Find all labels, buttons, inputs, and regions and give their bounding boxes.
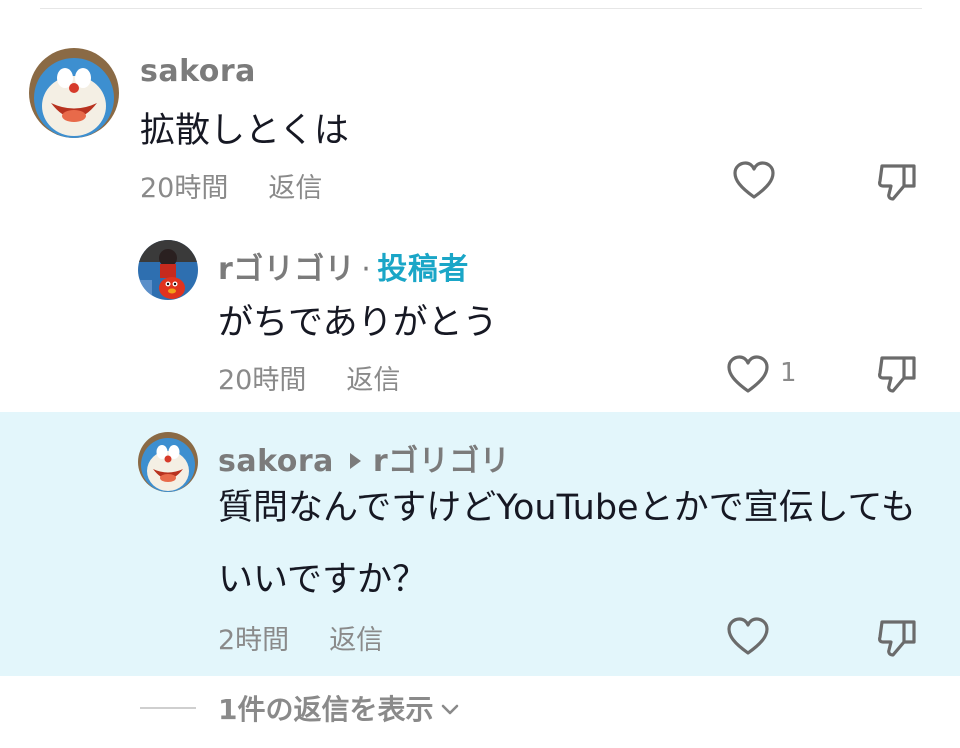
comment-username[interactable]: rゴリゴリ · 投稿者 bbox=[218, 244, 469, 288]
comment-meta: 20時間 返信 bbox=[140, 166, 322, 205]
heart-icon bbox=[733, 161, 775, 199]
comment-item: sakora 拡散しとくは 20時間 返信 bbox=[0, 30, 960, 230]
like-button[interactable] bbox=[726, 616, 770, 656]
reply-button[interactable]: 返信 bbox=[346, 365, 400, 396]
comment-text: がちでありがとう bbox=[218, 303, 498, 343]
comment-username[interactable]: sakora bbox=[140, 54, 256, 89]
comment-text: 質問なんですけどYouTubeとかで宣伝してもいいですか？ bbox=[218, 488, 916, 600]
comment-meta: 2時間 返信 bbox=[218, 618, 383, 657]
comment-time: 20時間 bbox=[218, 365, 307, 396]
comment-item-highlighted: sakora rゴリゴリ 質問なんですけどYouTubeとかで宣伝してもいいですか… bbox=[0, 412, 960, 676]
heart-icon bbox=[727, 617, 769, 655]
author-badge: 投稿者 bbox=[377, 252, 469, 287]
top-divider bbox=[40, 8, 922, 9]
reply-button[interactable]: 返信 bbox=[329, 625, 383, 656]
view-replies-button[interactable]: 1件の返信を表示 bbox=[140, 688, 459, 728]
chevron-down-icon bbox=[442, 704, 459, 715]
like-count: 1 bbox=[780, 358, 797, 388]
comment-text: 拡散しとくは bbox=[140, 111, 349, 151]
dislike-button[interactable] bbox=[876, 162, 920, 202]
thumbs-down-icon bbox=[878, 620, 916, 657]
separator: · bbox=[361, 252, 372, 287]
dislike-button[interactable] bbox=[876, 618, 920, 658]
comment-item: rゴリゴリ · 投稿者 がちでありがとう 20時間 返信 1 bbox=[0, 230, 960, 410]
heart-icon bbox=[727, 355, 769, 393]
view-replies-divider bbox=[140, 707, 196, 709]
comment-time: 20時間 bbox=[140, 173, 229, 204]
comment-meta: 20時間 返信 bbox=[218, 358, 400, 397]
dislike-button[interactable] bbox=[876, 354, 920, 394]
view-replies-label: 1件の返信を表示 bbox=[218, 693, 434, 726]
comment-time: 2時間 bbox=[218, 625, 290, 656]
like-button[interactable] bbox=[732, 160, 776, 200]
avatar[interactable] bbox=[29, 48, 119, 138]
avatar[interactable] bbox=[138, 240, 198, 300]
avatar[interactable] bbox=[138, 432, 198, 492]
reply-arrow-icon bbox=[349, 453, 361, 469]
reply-button[interactable]: 返信 bbox=[268, 173, 322, 204]
thumbs-down-icon bbox=[878, 356, 916, 393]
thumbs-down-icon bbox=[878, 164, 916, 201]
like-button[interactable] bbox=[726, 354, 770, 394]
